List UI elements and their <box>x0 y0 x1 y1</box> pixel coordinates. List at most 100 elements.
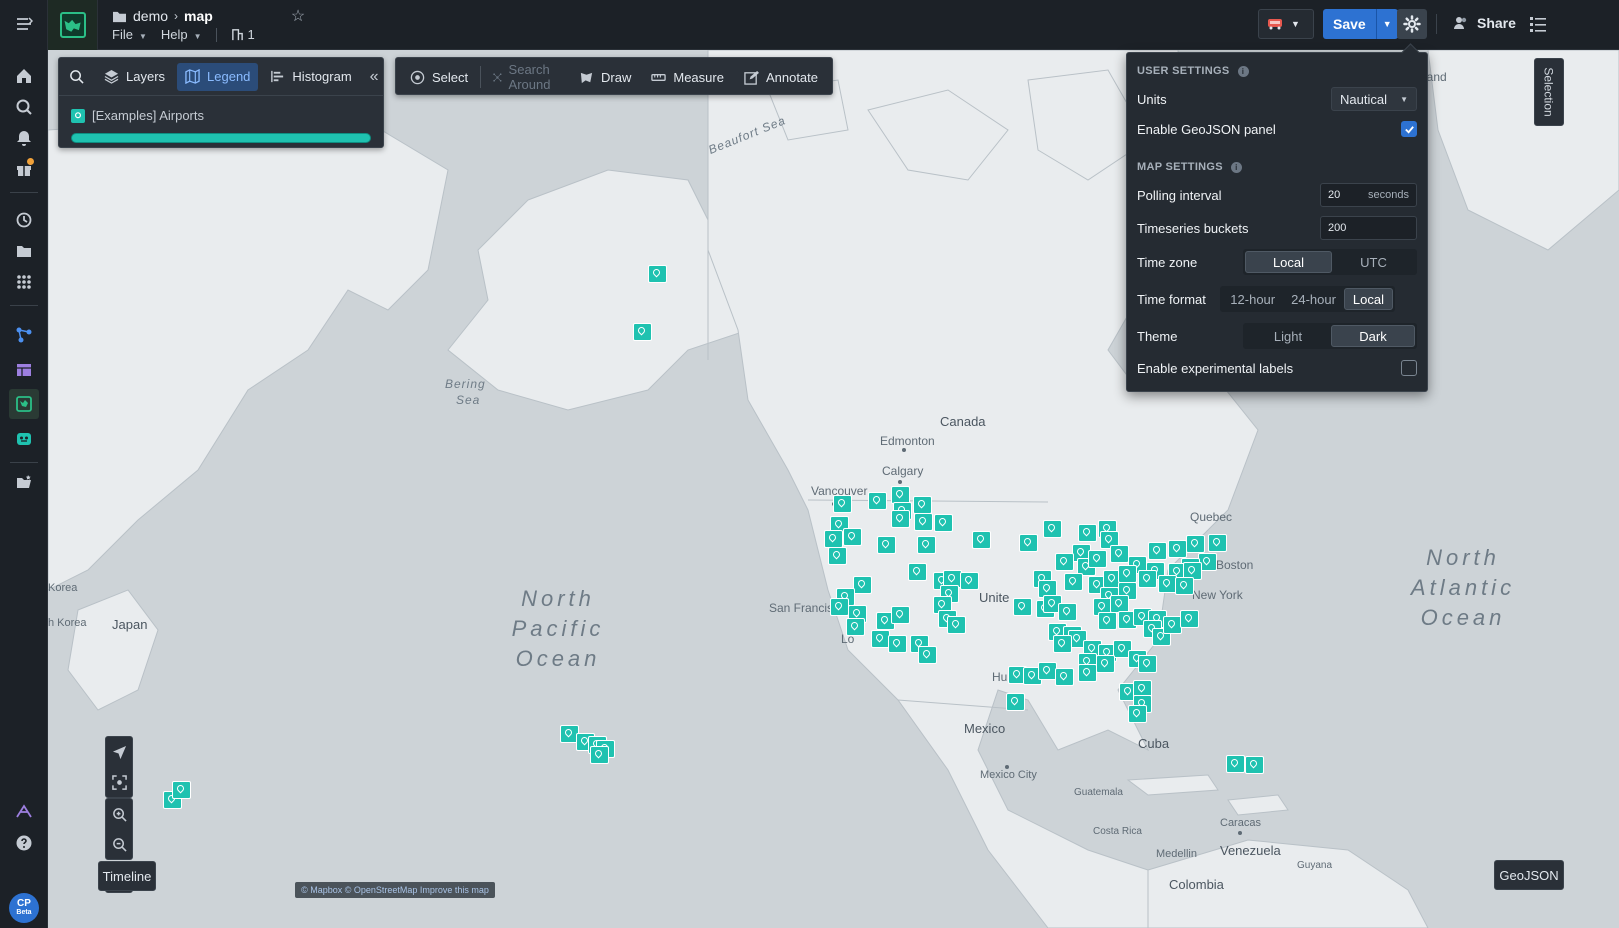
airport-pin[interactable] <box>917 536 936 556</box>
airport-pin[interactable] <box>1175 577 1194 597</box>
avatar[interactable]: CP Beta <box>9 893 39 923</box>
histogram-tab[interactable]: Histogram <box>262 63 359 91</box>
airport-pin[interactable] <box>972 531 991 551</box>
search-icon[interactable] <box>9 92 39 122</box>
bridge-icon[interactable] <box>9 797 39 827</box>
apps-icon[interactable] <box>9 267 39 297</box>
experimental-labels-checkbox[interactable] <box>1401 360 1417 376</box>
star-icon[interactable]: ☆ <box>291 6 305 26</box>
geojson-panel-checkbox[interactable] <box>1401 121 1417 137</box>
menu-icon[interactable] <box>9 9 39 39</box>
airport-pin[interactable] <box>1053 635 1072 655</box>
airport-pin[interactable] <box>172 781 191 801</box>
folder-icon[interactable] <box>9 236 39 266</box>
annotate-tool[interactable]: Annotate <box>736 63 826 91</box>
airport-pin[interactable] <box>590 746 609 766</box>
airport-pin[interactable] <box>1064 573 1083 593</box>
airport-pin[interactable] <box>1186 535 1205 555</box>
geojson-button[interactable]: GeoJSON <box>1494 860 1564 890</box>
zoom-in-icon[interactable] <box>105 799 133 829</box>
navigate-icon[interactable] <box>105 737 133 767</box>
airport-pin[interactable] <box>918 646 937 666</box>
draw-tool[interactable]: Draw <box>571 63 639 91</box>
airport-pin[interactable] <box>843 528 862 548</box>
time-format-12h[interactable]: 12-hour <box>1222 288 1283 310</box>
file-menu[interactable]: File ▼ <box>112 27 147 42</box>
airport-pin[interactable] <box>1245 756 1264 776</box>
legend-layer[interactable]: [Examples] Airports <box>59 96 383 127</box>
settings-button[interactable] <box>1397 9 1427 39</box>
airport-pin[interactable] <box>1038 662 1057 682</box>
help-menu[interactable]: Help ▼ <box>161 27 202 42</box>
airport-pin[interactable] <box>891 606 910 626</box>
airport-pin[interactable] <box>888 635 907 655</box>
collapse-panel-button[interactable]: « <box>364 63 385 91</box>
list-icon[interactable] <box>1529 15 1547 33</box>
airport-pin[interactable] <box>1168 540 1187 560</box>
airport-pin[interactable] <box>1208 534 1227 554</box>
airport-pin[interactable] <box>633 323 652 343</box>
airport-pin[interactable] <box>1148 542 1167 562</box>
airport-pin[interactable] <box>1043 520 1062 540</box>
airport-pin[interactable] <box>877 536 896 556</box>
airport-pin[interactable] <box>1128 705 1147 725</box>
airport-pin[interactable] <box>947 616 966 636</box>
timeline-button[interactable]: Timeline <box>98 861 156 891</box>
airport-pin[interactable] <box>1138 570 1157 590</box>
airport-pin[interactable] <box>833 495 852 515</box>
bot-icon[interactable] <box>9 424 39 454</box>
map-attribution[interactable]: © Mapbox © OpenStreetMap Improve this ma… <box>295 882 495 898</box>
graph-icon[interactable] <box>9 320 39 350</box>
airport-pin[interactable] <box>846 618 865 638</box>
airport-pin[interactable] <box>934 514 953 534</box>
layers-tab[interactable]: Layers <box>96 63 173 91</box>
fit-bounds-icon[interactable] <box>105 767 133 797</box>
airport-pin[interactable] <box>1138 655 1157 675</box>
home-icon[interactable] <box>9 61 39 91</box>
airport-pin[interactable] <box>1226 755 1245 775</box>
airport-pin[interactable] <box>908 563 927 583</box>
airport-pin[interactable] <box>1055 553 1074 573</box>
airport-pin[interactable] <box>853 576 872 596</box>
airport-pin[interactable] <box>1078 664 1097 684</box>
panel-search-button[interactable] <box>65 63 88 91</box>
breadcrumb-current[interactable]: map <box>184 8 213 24</box>
time-zone-local[interactable]: Local <box>1245 251 1332 273</box>
select-tool[interactable]: Select <box>402 63 476 91</box>
polling-interval-input[interactable]: 20 seconds <box>1320 183 1417 207</box>
airport-pin[interactable] <box>1058 603 1077 623</box>
airport-pin[interactable] <box>1158 575 1177 595</box>
airport-pin[interactable] <box>1078 524 1097 544</box>
save-button[interactable]: Save <box>1323 9 1376 39</box>
theme-dark[interactable]: Dark <box>1331 325 1415 347</box>
airport-pin[interactable] <box>560 725 579 745</box>
time-zone-utc[interactable]: UTC <box>1332 251 1415 273</box>
units-select[interactable]: Nautical ▼ <box>1331 87 1417 111</box>
airport-pin[interactable] <box>914 513 933 533</box>
save-options-button[interactable]: ▼ <box>1375 9 1398 39</box>
airport-pin[interactable] <box>1088 550 1107 570</box>
theme-light[interactable]: Light <box>1245 325 1331 347</box>
airport-pin[interactable] <box>891 510 910 530</box>
airport-pin[interactable] <box>1163 616 1182 636</box>
airport-pin[interactable] <box>1098 612 1117 632</box>
airport-pin[interactable] <box>1180 610 1199 630</box>
timeseries-buckets-input[interactable]: 200 <box>1320 216 1417 240</box>
breadcrumb-folder[interactable]: demo <box>133 8 168 24</box>
time-format-local[interactable]: Local <box>1343 288 1393 310</box>
legend-tab[interactable]: Legend <box>177 62 259 91</box>
map-app-logo-icon[interactable] <box>48 0 98 50</box>
airport-pin[interactable] <box>1006 693 1025 713</box>
table-icon[interactable] <box>9 355 39 385</box>
search-around-tool[interactable]: Search Around <box>485 62 567 92</box>
map-icon[interactable] <box>9 389 39 419</box>
airport-pin[interactable] <box>1013 598 1032 618</box>
open-folder-icon[interactable] <box>9 467 39 497</box>
airport-pin[interactable] <box>960 572 979 592</box>
airport-pin[interactable] <box>1055 668 1074 688</box>
time-format-24h[interactable]: 24-hour <box>1283 288 1344 310</box>
resources-indicator[interactable]: 1 <box>231 27 255 42</box>
airport-pin[interactable] <box>871 630 890 650</box>
airport-pin[interactable] <box>868 492 887 512</box>
airport-pin[interactable] <box>648 265 667 285</box>
